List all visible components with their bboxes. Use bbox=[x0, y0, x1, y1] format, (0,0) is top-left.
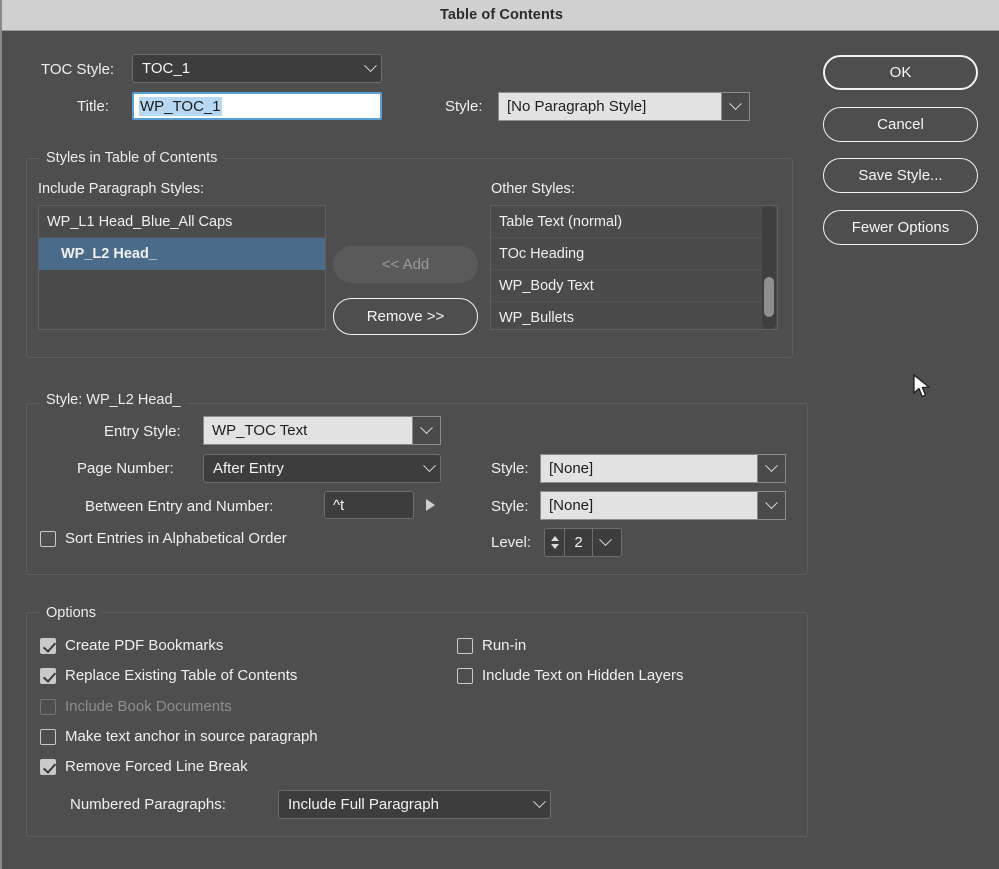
create-pdf-bookmarks-label: Create PDF Bookmarks bbox=[65, 637, 224, 654]
make-text-anchor-checkbox[interactable] bbox=[40, 728, 56, 745]
list-item-empty bbox=[39, 270, 325, 302]
level-value[interactable]: 2 bbox=[565, 529, 593, 556]
include-book-documents-checkbox bbox=[40, 698, 56, 715]
include-book-documents-row: Include Book Documents bbox=[40, 698, 232, 715]
run-in-checkbox[interactable] bbox=[457, 637, 473, 654]
chevron-down-icon bbox=[418, 459, 440, 473]
list-item[interactable]: Table Text (normal) bbox=[491, 206, 777, 238]
page-number-style-dropdown[interactable]: [None] bbox=[540, 454, 786, 483]
between-entry-and-number-input[interactable]: ^t bbox=[324, 491, 414, 519]
run-in-label: Run-in bbox=[482, 637, 527, 654]
replace-existing-toc-label: Replace Existing Table of Contents bbox=[65, 667, 298, 684]
remove-button[interactable]: Remove >> bbox=[333, 298, 478, 335]
toc-style-label: TOC Style: bbox=[41, 61, 115, 78]
cancel-button[interactable]: Cancel bbox=[823, 107, 978, 142]
entry-style-dropdown[interactable]: WP_TOC Text bbox=[203, 416, 441, 445]
fewer-options-button[interactable]: Fewer Options bbox=[823, 210, 978, 245]
page-number-style-label: Style: bbox=[491, 460, 529, 477]
title-input-value: WP_TOC_1 bbox=[139, 96, 222, 116]
remove-forced-line-break-label: Remove Forced Line Break bbox=[65, 758, 248, 775]
caret-up-icon bbox=[550, 536, 559, 541]
title-label: Title: bbox=[77, 98, 109, 115]
numbered-paragraphs-dropdown[interactable]: Include Full Paragraph bbox=[278, 790, 551, 819]
run-in-row[interactable]: Run-in bbox=[457, 637, 526, 654]
page-number-style-value: [None] bbox=[541, 455, 757, 482]
remove-forced-line-break-checkbox[interactable] bbox=[40, 758, 56, 775]
remove-forced-line-break-row[interactable]: Remove Forced Line Break bbox=[40, 758, 248, 775]
between-style-dropdown[interactable]: [None] bbox=[540, 491, 786, 520]
other-styles-list[interactable]: Table Text (normal) TOc Heading WP_Body … bbox=[490, 205, 778, 330]
list-item[interactable]: WP_Bullets bbox=[491, 302, 777, 329]
chevron-down-icon[interactable] bbox=[757, 492, 785, 519]
numbered-paragraphs-label: Numbered Paragraphs: bbox=[70, 796, 226, 813]
between-style-value: [None] bbox=[541, 492, 757, 519]
replace-existing-toc-row[interactable]: Replace Existing Table of Contents bbox=[40, 667, 297, 684]
title-style-label: Style: bbox=[445, 98, 483, 115]
options-group-legend: Options bbox=[40, 605, 102, 621]
toc-style-value: TOC_1 bbox=[142, 60, 191, 77]
chevron-down-icon[interactable] bbox=[757, 455, 785, 482]
add-button: << Add bbox=[333, 246, 478, 283]
chevron-down-icon[interactable] bbox=[412, 417, 440, 444]
include-hidden-layers-checkbox[interactable] bbox=[457, 667, 473, 684]
between-entry-and-number-label: Between Entry and Number: bbox=[85, 498, 274, 515]
entry-style-label: Entry Style: bbox=[104, 423, 181, 440]
make-text-anchor-row[interactable]: Make text anchor in source paragraph bbox=[40, 728, 318, 745]
list-item[interactable]: WP_L2 Head_ bbox=[39, 238, 325, 270]
styles-group-legend: Styles in Table of Contents bbox=[40, 150, 224, 166]
chevron-down-icon bbox=[359, 59, 381, 73]
numbered-paragraphs-value: Include Full Paragraph bbox=[288, 796, 439, 813]
chevron-down-icon[interactable] bbox=[593, 529, 618, 556]
replace-existing-toc-checkbox[interactable] bbox=[40, 667, 56, 684]
list-item[interactable]: TOc Heading bbox=[491, 238, 777, 270]
include-paragraph-styles-label: Include Paragraph Styles: bbox=[38, 181, 205, 197]
sort-entries-checkbox[interactable] bbox=[40, 530, 56, 547]
title-style-value: [No Paragraph Style] bbox=[499, 93, 721, 120]
title-style-dropdown[interactable]: [No Paragraph Style] bbox=[498, 92, 750, 121]
page-number-label: Page Number: bbox=[77, 460, 174, 477]
page-number-value: After Entry bbox=[213, 460, 284, 477]
sort-entries-label: Sort Entries in Alphabetical Order bbox=[65, 530, 287, 547]
include-book-documents-label: Include Book Documents bbox=[65, 698, 232, 715]
level-stepper[interactable]: 2 bbox=[544, 528, 622, 557]
dialog-titlebar: Table of Contents bbox=[2, 0, 999, 31]
caret-down-icon bbox=[550, 544, 559, 549]
ok-button[interactable]: OK bbox=[823, 55, 978, 90]
title-input[interactable]: WP_TOC_1 bbox=[132, 92, 382, 120]
page-number-dropdown[interactable]: After Entry bbox=[203, 454, 441, 483]
level-stepper-arrows[interactable] bbox=[545, 529, 565, 556]
include-hidden-layers-row[interactable]: Include Text on Hidden Layers bbox=[457, 667, 684, 684]
sort-entries-checkbox-row[interactable]: Sort Entries in Alphabetical Order bbox=[40, 530, 287, 547]
list-item[interactable]: WP_Body Text bbox=[491, 270, 777, 302]
other-styles-label: Other Styles: bbox=[491, 181, 575, 197]
level-label: Level: bbox=[491, 534, 532, 551]
make-text-anchor-label: Make text anchor in source paragraph bbox=[65, 728, 318, 745]
entry-style-value: WP_TOC Text bbox=[204, 417, 412, 444]
include-hidden-layers-label: Include Text on Hidden Layers bbox=[482, 667, 684, 684]
create-pdf-bookmarks-row[interactable]: Create PDF Bookmarks bbox=[40, 637, 223, 654]
chevron-down-icon bbox=[528, 795, 550, 809]
save-style-button[interactable]: Save Style... bbox=[823, 158, 978, 193]
between-style-label: Style: bbox=[491, 498, 529, 515]
between-entry-menu-arrow-icon[interactable] bbox=[422, 495, 438, 515]
create-pdf-bookmarks-checkbox[interactable] bbox=[40, 637, 56, 654]
dialog-title: Table of Contents bbox=[439, 7, 564, 23]
chevron-down-icon[interactable] bbox=[721, 93, 749, 120]
table-of-contents-dialog: Table of Contents TOC Style: TOC_1 Title… bbox=[0, 0, 999, 869]
style-group-legend: Style: WP_L2 Head_ bbox=[40, 392, 187, 408]
toc-style-dropdown[interactable]: TOC_1 bbox=[132, 54, 382, 83]
include-paragraph-styles-list[interactable]: WP_L1 Head_Blue_All Caps WP_L2 Head_ bbox=[38, 205, 326, 330]
mouse-cursor bbox=[913, 374, 930, 398]
other-styles-scrollbar-thumb[interactable] bbox=[764, 277, 774, 317]
list-item[interactable]: WP_L1 Head_Blue_All Caps bbox=[39, 206, 325, 238]
